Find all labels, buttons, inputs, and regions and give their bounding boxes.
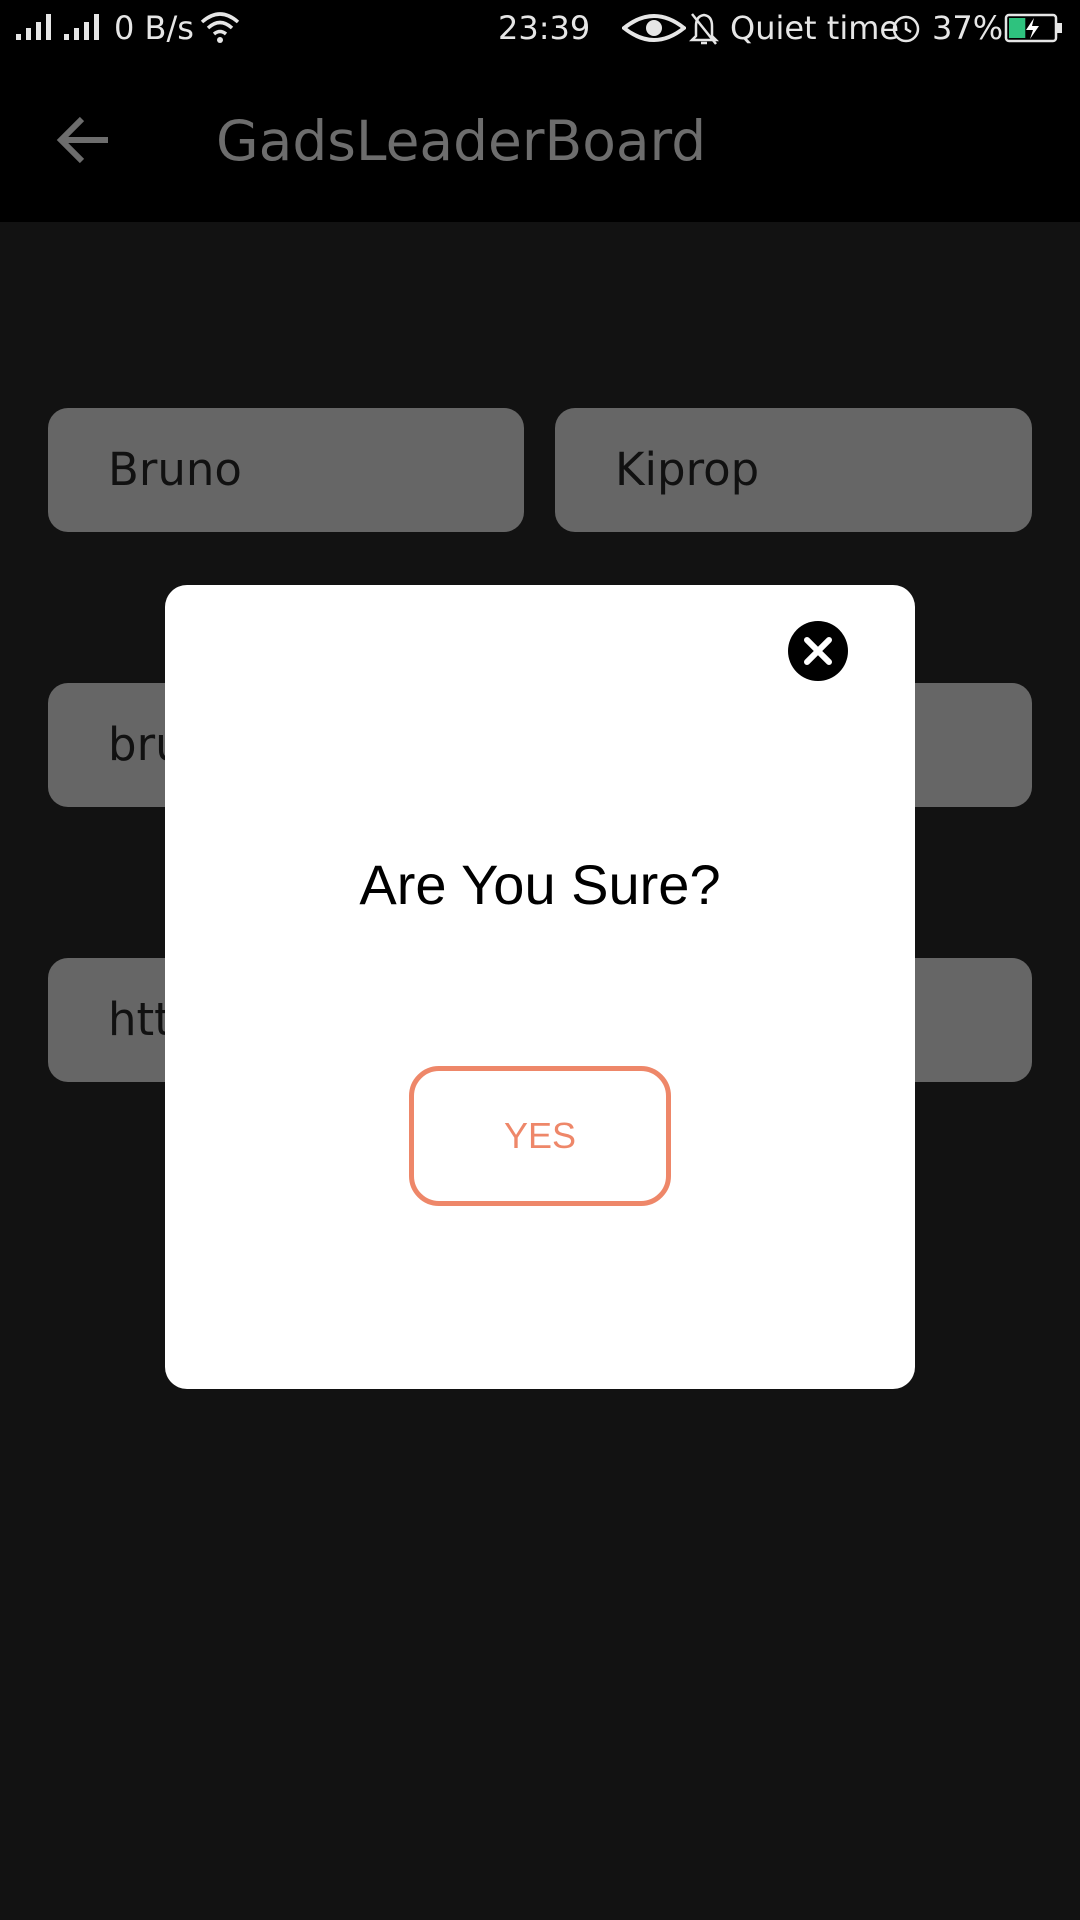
clock: 23:39 <box>498 9 591 47</box>
yes-button[interactable]: YES <box>409 1066 671 1206</box>
confirm-dialog: Are You Sure? YES <box>165 585 915 1389</box>
wifi-icon <box>200 12 240 43</box>
battery-percent: 37% <box>932 9 1004 47</box>
bell-off-icon <box>688 13 720 45</box>
page-title: GadsLeaderBoard <box>216 109 707 173</box>
eye-icon <box>622 14 686 42</box>
app-toolbar: GadsLeaderBoard <box>0 56 1080 222</box>
quiet-time-label: Quiet time <box>730 9 900 47</box>
close-icon <box>804 637 832 665</box>
network-speed: 0 B/s <box>114 9 194 47</box>
close-button[interactable] <box>788 621 848 681</box>
signal-icon <box>16 14 51 40</box>
signal-icon-2 <box>64 14 99 40</box>
battery-charging-icon <box>1004 13 1062 43</box>
status-bar: 0 B/s 23:39 Quiet time 37% <box>0 0 1080 56</box>
dialog-title: Are You Sure? <box>359 853 721 916</box>
back-button[interactable] <box>46 102 122 178</box>
first-name-field[interactable]: Bruno <box>48 408 524 532</box>
arrow-left-icon <box>56 116 108 164</box>
alarm-icon <box>892 15 920 43</box>
last-name-field[interactable]: Kiprop <box>555 408 1032 532</box>
